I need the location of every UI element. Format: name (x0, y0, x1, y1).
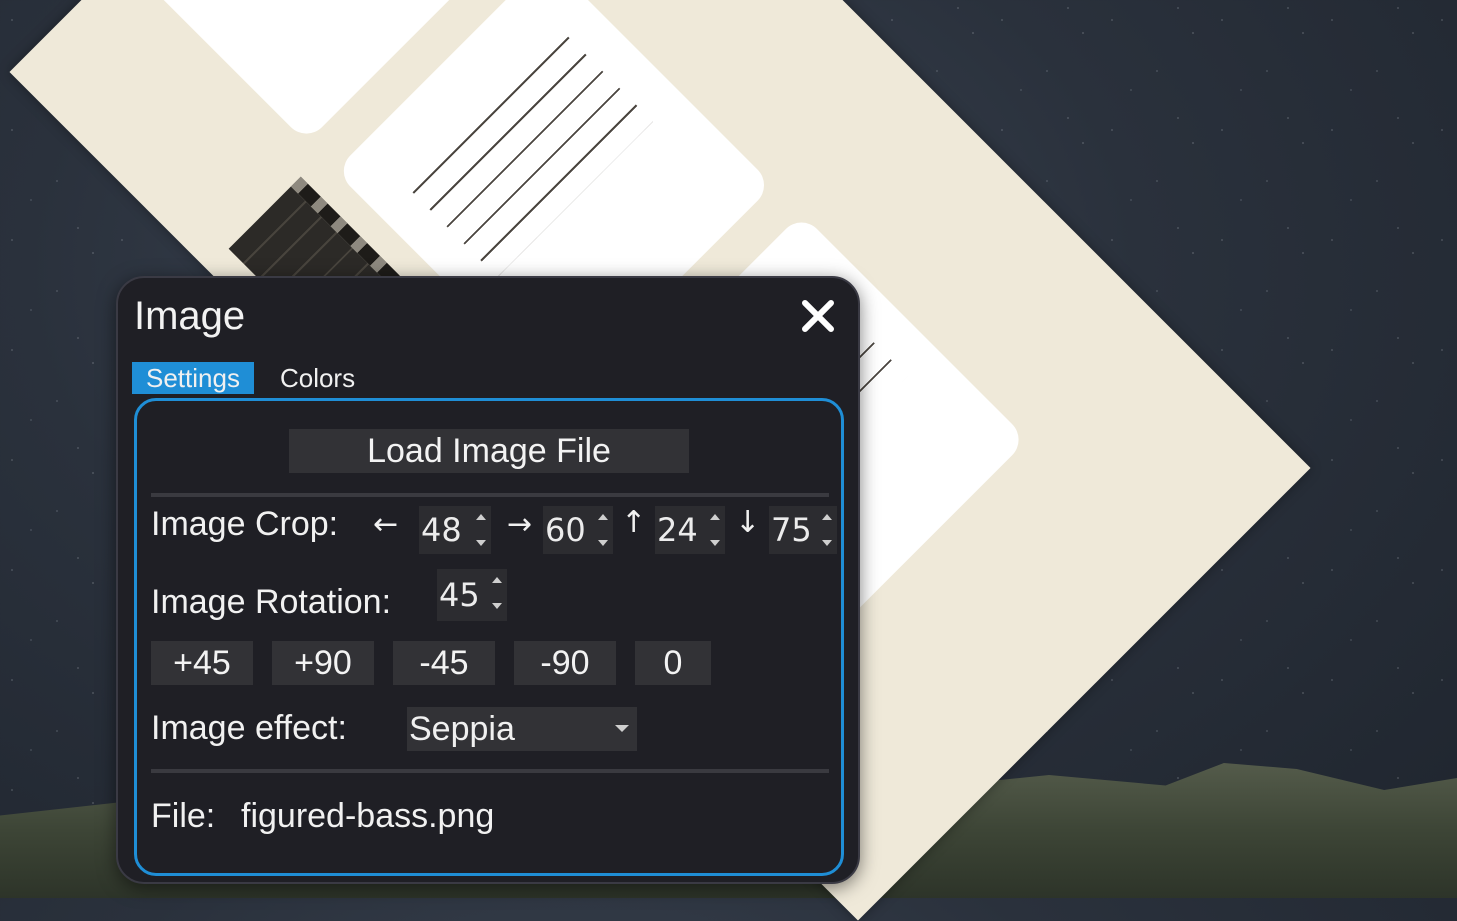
rotate-plus-90-button[interactable]: +90 (272, 641, 374, 685)
crop-left-spinbox[interactable]: 48 (419, 506, 491, 554)
rotation-value: 45 (439, 576, 480, 614)
tab-bar: Settings Colors (132, 362, 369, 394)
chevron-down-icon (615, 725, 629, 732)
arrow-right-icon: → (507, 507, 533, 542)
image-rotation-label: Image Rotation: (151, 583, 392, 621)
dialog-title: Image (134, 294, 246, 338)
crop-right-value: 60 (545, 511, 586, 549)
spin-arrows-icon[interactable] (491, 575, 503, 611)
image-dialog: Image Settings Colors Load Image File Im… (116, 276, 860, 884)
rotate-minus-45-button[interactable]: -45 (393, 641, 495, 685)
crop-bottom-spinbox[interactable]: 75 (769, 506, 837, 554)
spin-arrows-icon[interactable] (821, 512, 833, 548)
rotate-zero-button[interactable]: 0 (635, 641, 711, 685)
rotate-plus-45-button[interactable]: +45 (151, 641, 253, 685)
tab-settings[interactable]: Settings (132, 362, 254, 394)
crop-top-spinbox[interactable]: 24 (655, 506, 725, 554)
file-name: figured-bass.png (241, 797, 495, 835)
file-label: File: (151, 797, 216, 835)
rotate-minus-90-button[interactable]: -90 (514, 641, 616, 685)
close-button[interactable] (798, 296, 838, 336)
divider (151, 493, 829, 497)
load-image-file-button[interactable]: Load Image File (289, 429, 689, 473)
crop-left-value: 48 (421, 511, 462, 549)
divider (151, 769, 829, 773)
crop-right-spinbox[interactable]: 60 (543, 506, 613, 554)
spin-arrows-icon[interactable] (597, 512, 609, 548)
spin-arrows-icon[interactable] (475, 512, 487, 548)
tab-colors[interactable]: Colors (266, 362, 369, 394)
image-crop-label: Image Crop: (151, 505, 339, 543)
settings-panel: Load Image File Image Crop: ← 48 → 60 ↑ … (134, 398, 844, 876)
image-effect-value: Seppia (409, 710, 515, 748)
arrow-down-icon: ↓ (735, 505, 761, 540)
spin-arrows-icon[interactable] (709, 512, 721, 548)
image-effect-select[interactable]: Seppia (407, 707, 637, 751)
image-effect-label: Image effect: (151, 709, 347, 747)
arrow-up-icon: ↑ (621, 505, 647, 540)
close-icon (802, 300, 834, 332)
crop-top-value: 24 (657, 511, 698, 549)
crop-bottom-value: 75 (771, 511, 812, 549)
arrow-left-icon: ← (373, 507, 399, 542)
rotation-spinbox[interactable]: 45 (437, 569, 507, 621)
